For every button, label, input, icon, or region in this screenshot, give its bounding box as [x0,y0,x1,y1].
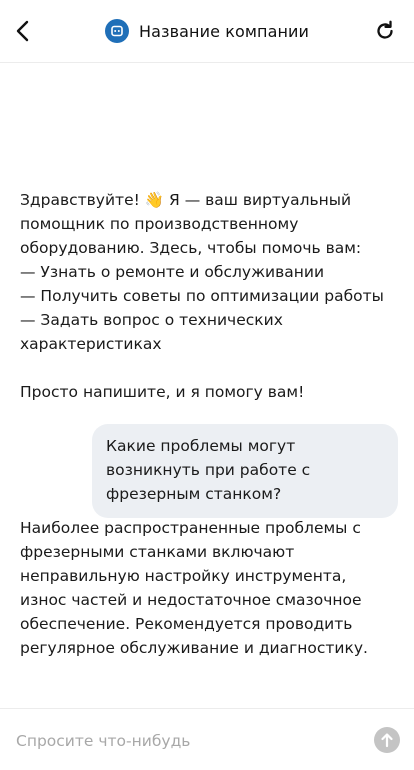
welcome-cta: Просто напишите, и я помогу вам! [20,383,305,401]
page-title: Название компании [138,21,310,41]
message-composer [0,708,414,770]
chat-header: Название компании [0,0,414,63]
send-button[interactable] [374,727,400,753]
welcome-option-optimization: — Получить советы по оптимизации работы [20,287,384,305]
company-logo [104,19,129,43]
bot-message-answer: Наиболее распространенные проблемы с фре… [20,519,368,657]
bot-message-welcome: Здравствуйте! 👋 Я — ваш виртуальный помо… [20,188,390,404]
user-message-bubble: Какие проблемы могут возникнуть при рабо… [92,424,398,518]
refresh-button[interactable] [370,16,400,46]
refresh-icon [377,20,393,39]
welcome-intro: Здравствуйте! 👋 Я — ваш виртуальный помо… [20,191,362,257]
header-title-group: Название компании [0,18,414,44]
welcome-option-specs: — Задать вопрос о технических характерис… [20,311,283,353]
welcome-option-repair: — Узнать о ремонте и обслуживании [20,263,325,281]
arrow-up-icon [381,733,393,748]
chat-bot-icon [111,25,123,37]
message-input[interactable] [16,727,356,755]
